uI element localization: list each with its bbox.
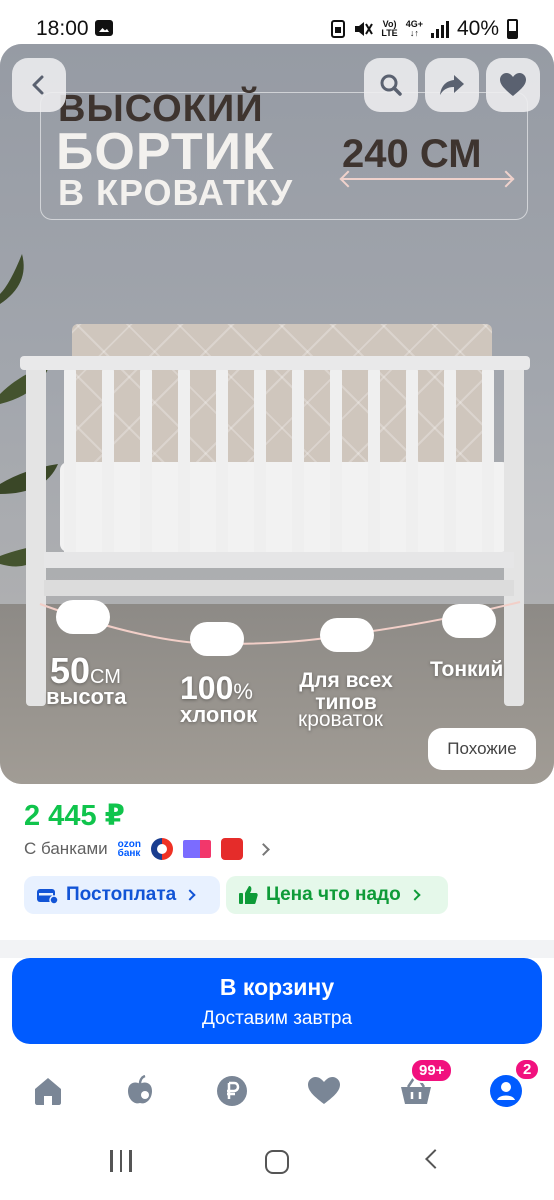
feature-height-label: высота [46,684,127,709]
home-icon [35,1078,61,1105]
wallet-icon [37,889,58,904]
feature-thin: Тонкий [430,658,504,681]
product-image[interactable]: ВЫСОКИЙ БОРТИК В КРОВАТКУ 240 СМ 50СМ вы… [0,44,554,784]
add-to-cart-button[interactable]: В корзину Доставим завтра [12,958,542,1044]
search-icon [380,74,402,96]
section-divider [0,940,554,958]
tab-profile[interactable]: 2 [478,1058,541,1114]
heart-icon [308,1077,340,1104]
feature-all-types-label: кроваток [298,708,383,731]
postpay-label: Постоплата [66,884,177,905]
chevron-right-icon [257,842,270,856]
bank-logo-icon [182,840,211,858]
chevron-right-icon [409,889,421,901]
chevron-left-icon [32,75,44,95]
signal-icon [430,20,449,38]
add-to-cart-label: В корзину [219,974,335,1000]
banks-label: С банками [24,839,108,858]
share-button[interactable] [425,58,479,112]
tab-finance[interactable] [204,1068,260,1114]
tab-cart[interactable]: 99+ [388,1058,454,1114]
volte-indicator: Vo) LTE [381,19,398,38]
similar-button[interactable]: Похожие [428,728,536,770]
system-navigation-bar [0,1130,554,1200]
bank-logo-icon [150,838,173,860]
home-button[interactable] [265,1150,289,1174]
product-price: 2 445 ₽ [24,800,125,832]
profile-icon [490,1075,522,1107]
gallery-notification-icon [95,20,113,36]
good-price-chip[interactable]: Цена что надо [226,876,448,914]
share-icon [440,75,464,95]
cloud-decoration [320,618,374,652]
recents-button[interactable] [110,1150,132,1172]
back-nav-button[interactable] [425,1149,445,1169]
bank-logo-icon [220,838,243,860]
ruble-icon [217,1076,247,1106]
ozon-bank-logo: ozon банк [117,839,141,859]
tab-favorites[interactable] [296,1068,352,1114]
delivery-subtitle: Доставим завтра [201,1008,353,1029]
network-4g-indicator: 4G+ ↓↑ [405,19,423,38]
battery-icon [507,19,518,39]
bank-offers[interactable]: С банками ozon банк [24,838,270,860]
search-button[interactable] [364,58,418,112]
feature-cotton-label: хлопок [180,702,258,727]
status-time: 18:00 [36,17,89,40]
heart-icon [500,73,526,96]
cloud-decoration [56,600,110,634]
thumbs-up-icon [239,886,258,904]
chevron-right-icon [184,889,196,901]
postpay-chip[interactable]: Постоплата [24,876,220,914]
status-icons: Vo) LTE 4G+ ↓↑ 40% [331,17,518,41]
favorite-button[interactable] [486,58,540,112]
tab-home[interactable] [20,1068,76,1114]
tab-fresh[interactable] [112,1068,168,1114]
mute-icon [355,22,374,36]
cloud-decoration [190,622,244,656]
back-button[interactable] [12,58,66,112]
cloud-decoration [442,604,496,638]
profile-badge: 2 [514,1058,541,1081]
cart-badge: 99+ [410,1058,454,1083]
apple-icon [128,1075,152,1104]
good-price-label: Цена что надо [266,884,401,905]
data-saver-icon [331,20,346,38]
battery-percent: 40% [456,17,499,40]
bottom-tab-bar: 99+ 2 [0,1056,554,1126]
